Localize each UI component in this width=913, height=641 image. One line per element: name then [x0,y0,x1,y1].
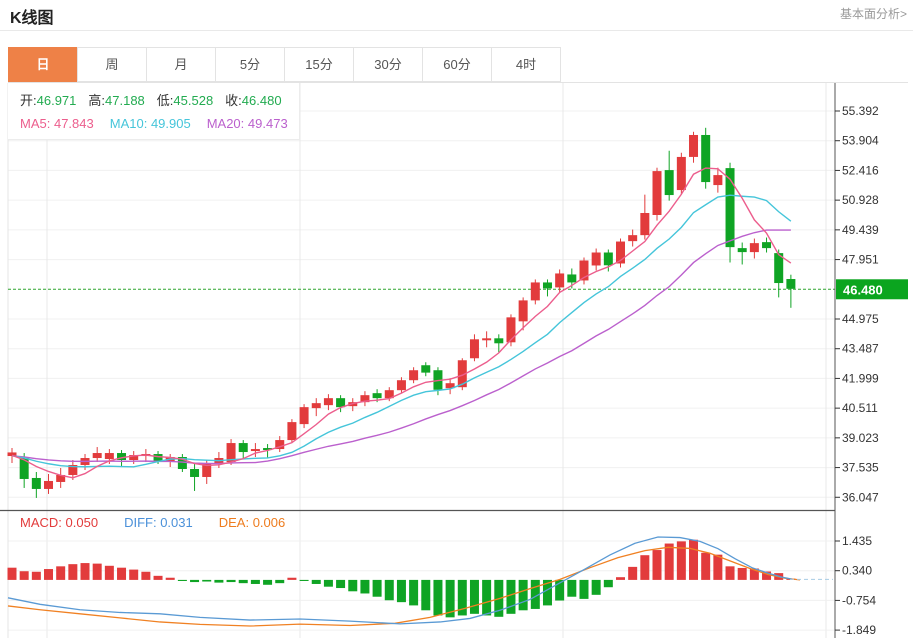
ma-lines [12,168,791,478]
ohlc-row: 开:46.971 高:47.188 低:45.528 收:46.480 [20,89,299,112]
close-value: 46.480 [242,93,282,108]
timeframe-tabs: 日周月5分15分30分60分4时 [8,47,908,83]
open-value: 46.971 [37,93,77,108]
tab-30分[interactable]: 30分 [353,47,423,82]
ma-row: MA5: 47.843 MA10: 49.905 MA20: 49.473 [20,112,299,135]
current-price-badge: 46.480 [836,279,908,299]
kline-widget: 55.392 53.904 52.416 50.928 49.439 47.951 44.9… [0,0,913,641]
svg-text:36.047: 36.047 [842,490,879,504]
svg-text:47.951: 47.951 [842,253,879,267]
ma5-line [12,168,791,478]
ma5-readout: MA5: 47.843 [20,116,94,131]
tab-15分[interactable]: 15分 [284,47,354,82]
diff-readout: DIFF: 0.031 [124,515,193,530]
macd-histogram [8,540,796,618]
tab-周[interactable]: 周 [77,47,147,82]
candlestick-series [8,128,796,498]
ohlc-info-panel: 开:46.971 高:47.188 低:45.528 收:46.480 MA5: 47… [8,83,300,140]
high-value: 47.188 [105,93,145,108]
open-label: 开: [20,93,37,108]
svg-text:0.340: 0.340 [842,564,872,578]
grid-lines [8,83,835,638]
ma20-readout: MA20: 49.473 [207,116,288,131]
svg-text:37.535: 37.535 [842,461,879,475]
svg-text:49.439: 49.439 [842,223,879,237]
tab-日[interactable]: 日 [8,47,78,82]
svg-text:44.975: 44.975 [842,312,879,326]
svg-text:-1.849: -1.849 [842,623,876,637]
high-label: 高: [88,93,105,108]
ma20-line [12,230,791,464]
svg-text:46.480: 46.480 [843,282,883,297]
fundamental-analysis-link[interactable]: 基本面分析> [840,5,907,22]
svg-text:40.511: 40.511 [842,401,878,415]
title-bar: K线图 基本面分析> [0,0,913,31]
low-value: 45.528 [173,93,213,108]
svg-text:50.928: 50.928 [842,193,879,207]
svg-text:-0.754: -0.754 [842,593,876,607]
macd-info-row: MACD: 0.050 DIFF: 0.031 DEA: 0.006 [20,515,285,531]
price-axis: 55.392 53.904 52.416 50.928 49.439 47.951 44.9… [835,83,879,638]
tab-5分[interactable]: 5分 [215,47,285,82]
macd-readout: MACD: 0.050 [20,515,98,530]
macd-lines [8,537,833,626]
ma10-readout: MA10: 49.905 [110,116,191,131]
tab-60分[interactable]: 60分 [422,47,492,82]
tab-月[interactable]: 月 [146,47,216,82]
svg-text:43.487: 43.487 [842,342,879,356]
svg-text:55.392: 55.392 [842,104,879,118]
tab-4时[interactable]: 4时 [491,47,561,82]
svg-text:41.999: 41.999 [842,371,879,385]
svg-text:39.023: 39.023 [842,431,879,445]
svg-text:52.416: 52.416 [842,163,879,177]
svg-text:1.435: 1.435 [842,534,872,548]
low-label: 低: [157,93,174,108]
ma10-line [12,195,791,467]
page-title: K线图 [10,4,54,28]
dea-readout: DEA: 0.006 [219,515,286,530]
svg-text:53.904: 53.904 [842,134,879,148]
close-label: 收: [225,93,242,108]
